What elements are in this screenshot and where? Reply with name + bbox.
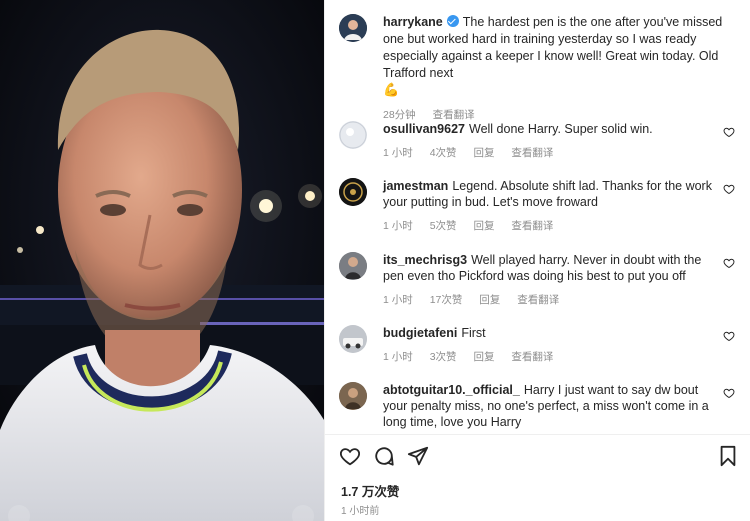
comment-time: 1 小时: [383, 147, 413, 159]
comment-text: Well done Harry. Super solid win.: [469, 122, 653, 136]
bookmark-icon[interactable]: [717, 445, 739, 467]
post-media[interactable]: [0, 0, 324, 521]
comment-username[interactable]: osullivan9627: [383, 122, 465, 136]
heart-icon[interactable]: [723, 126, 735, 138]
video-control[interactable]: [8, 505, 30, 521]
harrykane-avatar-icon: [339, 14, 367, 42]
comment-time: 1 小时: [383, 220, 413, 232]
flexed-biceps-emoji: 💪: [383, 82, 400, 97]
see-translation-link[interactable]: 查看翻译: [517, 294, 559, 306]
see-translation-link[interactable]: 查看翻译: [511, 351, 553, 363]
reply-button[interactable]: 回复: [473, 147, 494, 159]
comment-likes[interactable]: 5次赞: [430, 220, 457, 232]
post-timestamp: 1 小时前: [341, 506, 380, 517]
reply-button[interactable]: 回复: [473, 220, 494, 232]
avatar[interactable]: [339, 325, 367, 353]
comment-likes[interactable]: 4次赞: [430, 147, 457, 159]
comment-avatar-icon: [339, 325, 367, 353]
post-panel: harrykane The hardest pen is the one afte…: [324, 0, 750, 521]
comment-username[interactable]: abtotguitar10._official_: [383, 383, 520, 397]
post-caption: harrykane The hardest pen is the one afte…: [339, 14, 739, 122]
comment-avatar-icon: [339, 382, 367, 410]
reply-button[interactable]: 回复: [473, 351, 494, 363]
avatar[interactable]: [339, 178, 367, 206]
heart-icon[interactable]: [723, 183, 735, 195]
comment-avatar-icon: [339, 252, 367, 280]
comment-item: budgietafeni First 1 小时 3次赞 回复 查看翻译: [339, 325, 743, 364]
comment-item: jamestman Legend. Absolute shift lad. Tha…: [339, 178, 743, 233]
comment-text: First: [461, 326, 486, 340]
heart-icon[interactable]: [339, 445, 361, 467]
comment-item: osullivan9627 Well done Harry. Super soli…: [339, 121, 743, 160]
comment-username[interactable]: budgietafeni: [383, 326, 457, 340]
comment-username[interactable]: jamestman: [383, 179, 448, 193]
comment-time: 1 小时: [383, 351, 413, 363]
comment-item: abtotguitar10._official_ Harry I just wan…: [339, 382, 743, 430]
comment-avatar-icon: [339, 121, 367, 149]
reply-button[interactable]: 回复: [479, 294, 500, 306]
comment-time: 1 小时: [383, 294, 413, 306]
action-bar: [339, 445, 739, 469]
avatar[interactable]: [339, 121, 367, 149]
comment-avatar-icon: [339, 178, 367, 206]
caption-time: 28分钟: [383, 109, 416, 121]
comment-icon[interactable]: [373, 445, 395, 467]
heart-icon[interactable]: [723, 257, 735, 269]
comment-likes[interactable]: 17次赞: [430, 294, 463, 306]
verified-icon: [446, 15, 459, 27]
divider: [325, 434, 750, 435]
video-frame: [0, 0, 324, 521]
avatar[interactable]: [339, 252, 367, 280]
avatar[interactable]: [339, 382, 367, 410]
see-translation-link[interactable]: 查看翻译: [511, 220, 553, 232]
comment-username[interactable]: its_mechrisg3: [383, 253, 467, 267]
see-translation-link[interactable]: 查看翻译: [433, 109, 475, 121]
author-username[interactable]: harrykane: [383, 15, 443, 29]
heart-icon[interactable]: [723, 330, 735, 342]
audio-control[interactable]: [292, 505, 314, 521]
see-translation-link[interactable]: 查看翻译: [511, 147, 553, 159]
avatar[interactable]: [339, 14, 367, 42]
comment-likes[interactable]: 3次赞: [430, 351, 457, 363]
like-count[interactable]: 1.7 万次赞: [341, 481, 399, 500]
share-icon[interactable]: [407, 445, 429, 467]
heart-icon[interactable]: [723, 387, 735, 399]
comment-item: its_mechrisg3 Well played harry. Never in…: [339, 252, 743, 307]
